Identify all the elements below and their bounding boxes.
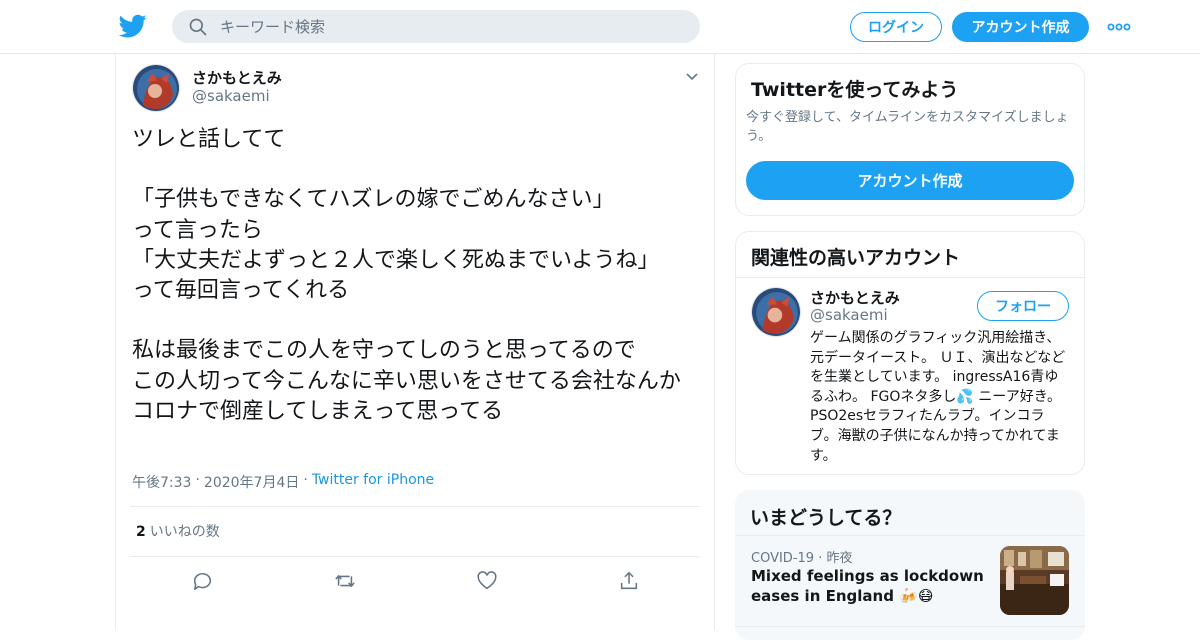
search-bar[interactable] <box>172 10 700 43</box>
divider <box>130 556 700 557</box>
avatar[interactable] <box>751 287 801 337</box>
like-count[interactable]: 2 いいねの数 <box>136 521 220 541</box>
signup-card-title: Twitterを使ってみよう <box>751 79 959 101</box>
tweet-date[interactable]: 2020年7月4日 <box>204 472 299 492</box>
trend-headline[interactable]: Mixed feelings as lockdown eases in Engl… <box>751 566 987 606</box>
like-count-number: 2 <box>136 524 146 540</box>
trend-time: 昨夜 <box>826 551 853 566</box>
related-accounts-card: 関連性の高いアカウント さかもとえみ @sakaemi フォロー ゲーム関係のグ… <box>735 231 1085 475</box>
trend-meta: COVID-19 · 昨夜 <box>751 547 852 566</box>
retweet-icon[interactable] <box>334 570 356 592</box>
tweet-detail: さかもとえみ @sakaemi ツレと話してて 「子供もできなくてハズレの嫁でご… <box>115 54 715 630</box>
signup-button[interactable]: アカウント作成 <box>952 12 1089 42</box>
divider <box>736 277 1084 278</box>
top-navigation-bar: ログイン アカウント作成 <box>0 0 1200 54</box>
signup-card-description: 今すぐ登録して、タイムラインをカスタマイズしましょう。 <box>746 110 1069 144</box>
meta-separator: · <box>195 472 200 488</box>
login-button[interactable]: ログイン <box>850 12 942 42</box>
divider <box>735 535 1085 536</box>
more-dots-icon[interactable] <box>1106 18 1132 36</box>
meta-separator: · <box>303 472 308 488</box>
tweet-time[interactable]: 午後7:33 <box>132 472 191 492</box>
signup-card: Twitterを使ってみよう 今すぐ登録して、タイムラインをカスタマイズしましょ… <box>735 63 1085 216</box>
trend-category: COVID-19 <box>751 551 815 566</box>
author-name[interactable]: さかもとえみ <box>192 67 282 88</box>
tweet-text: ツレと話してて 「子供もできなくてハズレの嫁でごめんなさい」 って言ったら 「大… <box>132 127 681 424</box>
related-accounts-title: 関連性の高いアカウント <box>751 247 961 269</box>
trend-thumbnail[interactable] <box>1000 546 1069 615</box>
tweet-meta: 午後7:33 · 2020年7月4日 · Twitter for iPhone <box>132 472 434 492</box>
tweet-actions <box>190 570 640 592</box>
follow-button[interactable]: フォロー <box>977 291 1069 321</box>
related-account-handle[interactable]: @sakaemi <box>810 306 888 324</box>
search-icon <box>189 18 207 36</box>
divider <box>735 626 1085 627</box>
like-count-label: いいねの数 <box>149 524 220 540</box>
search-input[interactable] <box>220 10 680 43</box>
divider <box>130 506 700 507</box>
reply-icon[interactable] <box>192 570 214 592</box>
trends-title: いまどうしてる？ <box>750 507 902 529</box>
related-account-bio: ゲーム関係のグラフィック汎用絵描き、元データイースト。 ＵＩ、演出などなどを生業… <box>810 330 1066 464</box>
twitter-bird-icon[interactable] <box>119 12 147 40</box>
author-handle[interactable]: @sakaemi <box>192 87 270 105</box>
avatar[interactable] <box>132 64 180 112</box>
share-icon[interactable] <box>618 570 640 592</box>
signup-card-button[interactable]: アカウント作成 <box>746 161 1074 200</box>
related-account-name[interactable]: さかもとえみ <box>810 287 900 308</box>
tweet-source-link[interactable]: Twitter for iPhone <box>312 472 434 492</box>
like-icon[interactable] <box>476 570 498 592</box>
trends-card: いまどうしてる？ COVID-19 · 昨夜 Mixed feelings as… <box>735 490 1085 640</box>
chevron-down-icon[interactable] <box>684 68 700 84</box>
